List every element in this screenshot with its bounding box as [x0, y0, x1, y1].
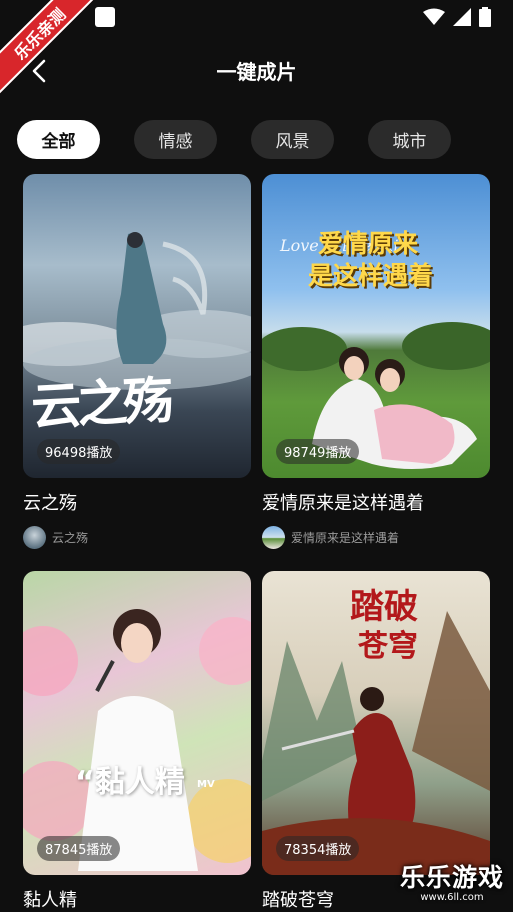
template-card[interactable]: 踏破 苍穹 78354播放 踏破苍穹 — [262, 571, 490, 912]
category-tabs: 全部 情感 风景 城市 — [17, 120, 451, 159]
chevron-left-icon — [32, 59, 46, 83]
template-card[interactable]: Love is like this 爱情原来 是这样遇着 98749播放 爱情原… — [262, 174, 490, 549]
page-title: 一键成片 — [216, 59, 297, 84]
author-name: 云之殇 — [52, 531, 89, 545]
signal-icon — [453, 8, 471, 26]
battery-icon — [479, 7, 491, 27]
card-thumbnail[interactable]: “黏人精 MV 87845播放 — [23, 571, 251, 875]
poster-title: “黏人精 — [75, 765, 185, 800]
watermark-url: www.6ll.com — [420, 892, 484, 903]
poster-tag: MV — [197, 779, 215, 790]
header: 一键成片 — [0, 46, 513, 94]
poster-title-line2: 苍穹 — [358, 629, 418, 664]
play-count-badge: 96498播放 — [37, 439, 121, 464]
play-count-badge: 87845播放 — [37, 836, 121, 861]
avatar — [262, 526, 285, 549]
card-thumbnail[interactable]: 踏破 苍穹 78354播放 — [262, 571, 490, 875]
template-card[interactable]: “黏人精 MV 87845播放 黏人精 — [23, 571, 251, 912]
card-author: 爱情原来是这样遇着 — [262, 526, 490, 549]
tab-all[interactable]: 全部 — [17, 120, 100, 159]
tab-city[interactable]: 城市 — [368, 120, 451, 159]
play-count-badge: 78354播放 — [276, 836, 360, 861]
card-thumbnail[interactable]: Love is like this 爱情原来 是这样遇着 98749播放 — [262, 174, 490, 478]
play-count-badge: 98749播放 — [276, 439, 360, 464]
site-watermark: 乐乐游戏 www.6ll.com — [393, 864, 511, 910]
tab-emotion[interactable]: 情感 — [134, 120, 217, 159]
card-title: 爱情原来是这样遇着 — [262, 493, 424, 514]
status-icons — [423, 7, 491, 27]
template-card[interactable]: 云之殇 96498播放 云之殇 云之殇 — [23, 174, 251, 549]
poster-art — [23, 609, 251, 871]
author-name: 爱情原来是这样遇着 — [291, 531, 400, 545]
poster-title-line1: 爱情原来 — [318, 229, 419, 258]
card-title: 黏人精 — [23, 890, 77, 911]
wifi-icon — [423, 8, 445, 25]
card-author: 云之殇 — [23, 526, 251, 549]
poster-art — [262, 322, 490, 469]
card-thumbnail[interactable]: 云之殇 96498播放 — [23, 174, 251, 478]
avatar — [23, 526, 46, 549]
poster-title-line2: 是这样遇着 — [308, 261, 434, 290]
watermark-logo-text: 乐乐游戏 — [399, 863, 504, 892]
poster-title: 云之殇 — [29, 370, 171, 437]
notification-icon — [95, 7, 115, 27]
card-title: 云之殇 — [23, 493, 77, 514]
tab-scenery[interactable]: 风景 — [251, 120, 334, 159]
